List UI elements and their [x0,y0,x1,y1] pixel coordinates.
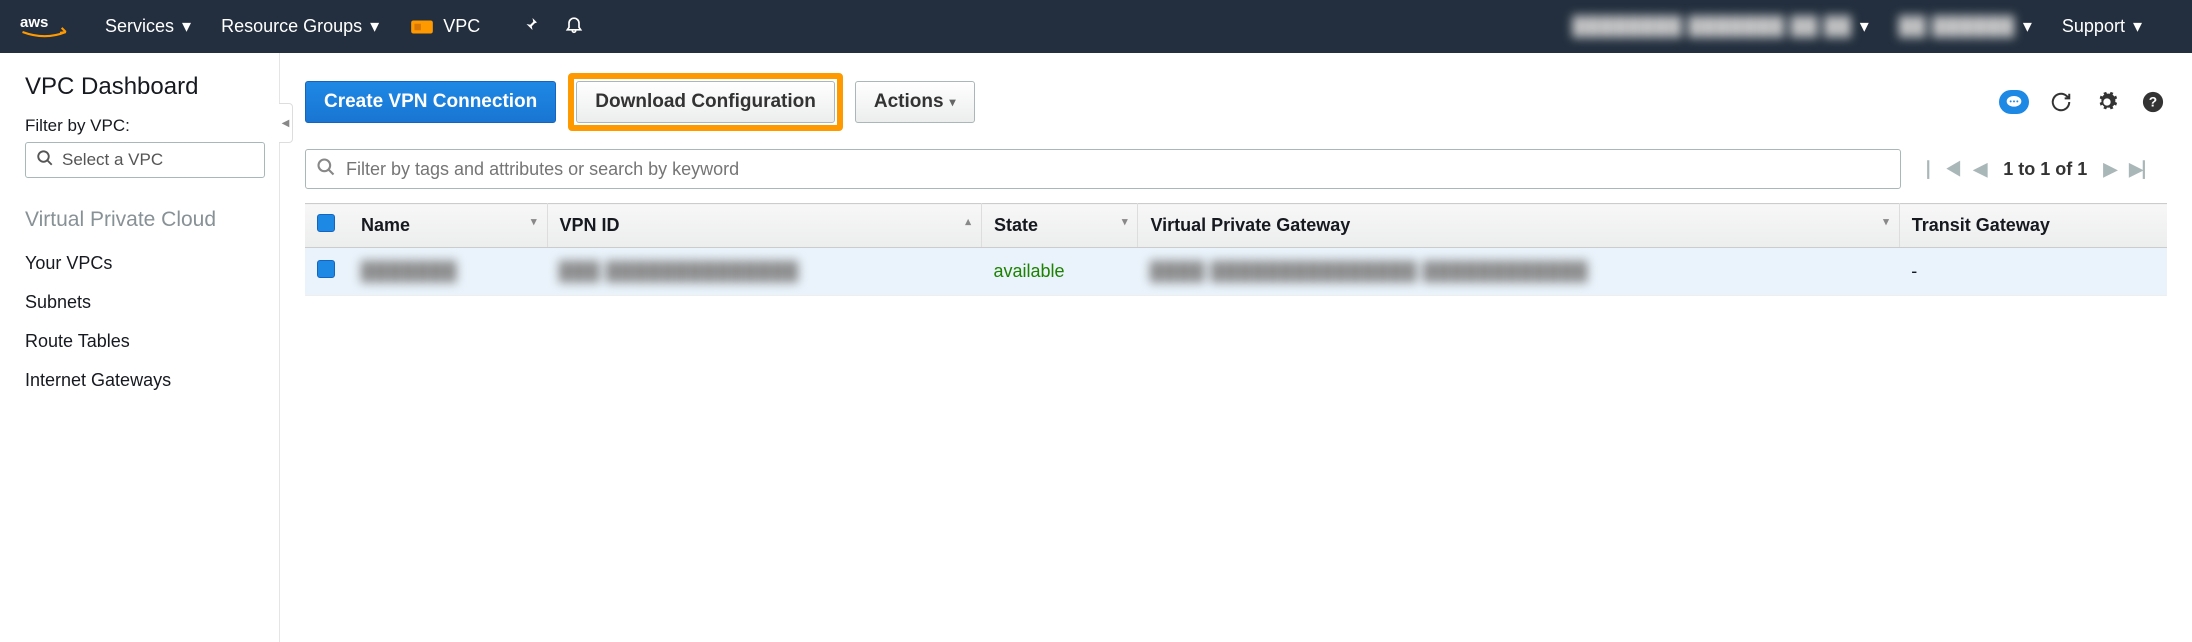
bell-icon[interactable] [564,14,584,39]
vpc-service-icon [409,14,435,40]
download-config-highlight: Download Configuration [568,73,843,131]
top-nav: aws Services ▾ Resource Groups ▾ VPC ███… [0,0,2192,53]
search-input[interactable] [305,149,1901,189]
nav-services-label: Services [105,16,174,37]
pager-next-icon[interactable]: ▶ [2103,159,2117,180]
sidebar-link-internet-gateways[interactable]: Internet Gateways [25,361,254,400]
nav-support-label: Support [2062,16,2125,37]
sort-icon: ▾ [1883,215,1889,228]
actions-button[interactable]: Actions ▾ [855,81,975,123]
sidebar-link-your-vpcs[interactable]: Your VPCs [25,244,254,283]
caret-down-icon: ▾ [2133,16,2142,37]
nav-vpc-shortcut[interactable]: VPC [409,14,480,40]
nav-resource-groups[interactable]: Resource Groups ▾ [221,16,379,37]
pager-last-icon[interactable]: ▶⎸ [2129,159,2161,180]
cell-vpn-id: ███ ██████████████ [559,261,799,281]
cell-name: ███████ [361,261,457,281]
sort-asc-icon: ▴ [965,215,971,228]
sidebar-collapse-handle[interactable]: ◀ [279,103,293,143]
search-field[interactable] [346,159,1890,180]
nav-account[interactable]: ████████ ███████ ██ ██ ▾ [1572,16,1868,37]
region-name: ██ ██████ [1899,16,2015,37]
caret-down-icon: ▾ [950,95,956,109]
svg-text:aws: aws [20,14,48,31]
download-configuration-button[interactable]: Download Configuration [576,81,835,123]
feedback-icon[interactable] [1999,90,2029,114]
actions-label: Actions [874,91,944,113]
cell-vgw: ████ ███████████████ ████████████ [1150,261,1588,281]
action-row: Create VPN Connection Download Configura… [305,73,2167,131]
create-vpn-connection-button[interactable]: Create VPN Connection [305,81,556,123]
vpc-select[interactable]: Select a VPC [25,142,265,178]
caret-down-icon: ▾ [2023,16,2032,37]
search-icon [316,157,336,182]
pager-prev-icon[interactable]: ◀ [1973,159,1987,180]
filter-row: ⎸◀ ◀ 1 to 1 of 1 ▶ ▶⎸ [305,149,2167,189]
pager: ⎸◀ ◀ 1 to 1 of 1 ▶ ▶⎸ [1921,159,2167,180]
help-icon[interactable]: ? [2139,88,2167,116]
svg-text:?: ? [2149,95,2157,110]
sidebar-title: VPC Dashboard [25,73,254,101]
table-row[interactable]: ███████ ███ ██████████████ available ███… [305,248,2167,296]
sidebar-link-route-tables[interactable]: Route Tables [25,322,254,361]
settings-icon[interactable] [2093,88,2121,116]
aws-logo[interactable]: aws [20,12,70,42]
nav-resource-groups-label: Resource Groups [221,16,362,37]
nav-support[interactable]: Support ▾ [2062,16,2142,37]
row-checkbox[interactable] [317,260,335,278]
account-name: ████████ ███████ ██ ██ [1572,16,1851,37]
sidebar: ◀ VPC Dashboard Filter by VPC: Select a … [0,53,280,642]
cell-tgw: - [1911,261,1917,281]
caret-down-icon: ▾ [370,16,379,37]
nav-vpc-label: VPC [443,16,480,37]
col-name[interactable]: Name▾ [349,204,547,248]
pager-first-icon[interactable]: ⎸◀ [1927,159,1961,180]
caret-down-icon: ▾ [1860,16,1869,37]
content: Create VPN Connection Download Configura… [280,53,2192,642]
col-vgw[interactable]: Virtual Private Gateway▾ [1138,204,1899,248]
col-tgw[interactable]: Transit Gateway [1899,204,2167,248]
nav-services[interactable]: Services ▾ [105,16,191,37]
caret-down-icon: ▾ [182,16,191,37]
cell-state: available [993,261,1064,281]
vpn-connections-table: Name▾ VPN ID▴ State▾ Virtual Private Gat… [305,203,2167,296]
col-state[interactable]: State▾ [981,204,1138,248]
filter-by-vpc-label: Filter by VPC: [25,116,254,136]
refresh-icon[interactable] [2047,88,2075,116]
nav-region[interactable]: ██ ██████ ▾ [1899,16,2032,37]
pin-icon[interactable] [522,15,540,38]
sidebar-link-subnets[interactable]: Subnets [25,283,254,322]
vpc-select-placeholder: Select a VPC [62,150,163,170]
sidebar-section-vpc: Virtual Private Cloud [25,208,254,232]
main-layout: ◀ VPC Dashboard Filter by VPC: Select a … [0,53,2192,642]
sort-icon: ▾ [1122,215,1128,228]
sort-icon: ▾ [531,215,537,228]
select-all-checkbox[interactable] [317,214,335,232]
search-icon [36,149,54,172]
pager-text: 1 to 1 of 1 [2003,159,2087,180]
col-vpn-id[interactable]: VPN ID▴ [547,204,981,248]
